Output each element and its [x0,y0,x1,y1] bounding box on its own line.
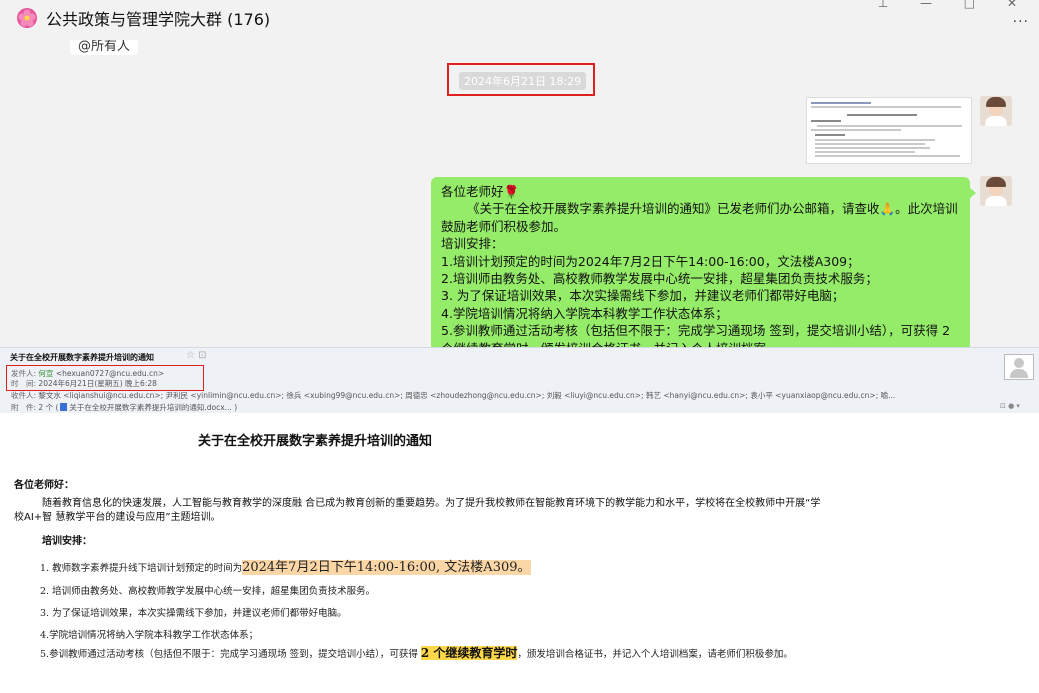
doc-item-1: 1. 教师数字素养提升线下培训计划预定的时间为2024年7月2日下午14:00-… [40,560,531,575]
contact-avatar[interactable] [1004,354,1034,380]
flower-group-icon [17,8,37,28]
document-intro: 随着教育信息化的快速发展，人工智能与教育教学的深度融 合已成为教育创新的重要趋势… [14,498,821,523]
message-item: 3. 为了保证培训效果，本次实操需线下参加，并建议老师们都带好电脑； [441,288,845,304]
attachment-document: 关于在全校开展数字素养提升培训的通知 各位老师好： 随着教育信息化的快速发展，人… [0,413,1039,693]
chat-message-bubble[interactable]: 各位老师好🌹 《关于在全校开展数字素养提升培训的通知》已发老师们办公邮箱，请查收… [431,177,970,347]
screenshot-image-message[interactable] [806,97,972,164]
document-title: 关于在全校开展数字素养提升培训的通知 [198,434,433,449]
message-item: 1.培训计划预定的时间为2024年7月2日下午14:00-16:00，文法楼A3… [441,253,860,269]
email-attachment-row: 附 件: 2 个 (关于在全校开展数字素养提升培训的通知.docx... ) [11,403,238,412]
timestamp-highlight-box: 2024年6月21日 18:29 [447,63,595,96]
email-header: 关于在全校开展数字素养提升培训的通知 ☆ ⊡ 发件人: 何宣 <hexuan07… [0,347,1039,414]
star-icon[interactable]: ☆ ⊡ [186,350,207,361]
highlight-time-location: 2024年7月2日下午14:00-16:00, 文法楼A309。 [242,560,531,575]
message-item: 4.学院培训情况将纳入学院本科教学工作状态体系； [441,305,728,321]
avatar[interactable] [980,176,1012,206]
recipients-list[interactable]: 黎文水 <liqianshui@ncu.edu.cn>; 尹利民 <yinlim… [38,391,895,400]
rose-icon: 🌹 [503,184,520,199]
window-controls[interactable]: ⊥ — □ ✕ [878,0,1031,10]
document-greeting: 各位老师好： [14,480,74,491]
arrangement-heading: 培训安排： [42,536,92,547]
chat-titlebar: 公共政策与管理学院大群 (176) ⊥ — □ ✕ ··· [0,0,1039,40]
attachment-link[interactable]: 关于在全校开展数字素养提升培训的通知.docx... [69,403,231,412]
message-heading: 培训安排： [441,236,504,252]
avatar[interactable] [980,96,1012,126]
doc-item-4: 4.学院培训情况将纳入学院本科教学工作状态体系； [40,630,259,641]
pray-icon: 🙏 [879,201,896,217]
message-item: 2.培训师由教务处、高校教师教学发展中心统一安排，超星集团负责技术服务； [441,271,878,287]
message-greeting: 各位老师好 [441,184,504,199]
message-item: 5.参训教师通过活动考核（包括但不限于：完成学习通现场 签到，提交培训小结），可… [441,323,951,347]
doc-item-5: 5.参训教师通过活动考核（包括但不限于：完成学习通现场 签到，提交培训小结），可… [40,646,793,660]
sender-email: <hexuan0727@ncu.edu.cn> [55,369,165,378]
email-recipients-row: 收件人: 黎文水 <liqianshui@ncu.edu.cn>; 尹利民 <y… [11,391,896,400]
mention-all-message: @所有人 [70,40,139,55]
email-subject: 关于在全校开展数字素养提升培训的通知 [10,353,154,362]
email-time-row: 时 间: 2024年6月21日(星期五) 晚上6:28 [11,379,157,388]
sender-name[interactable]: 何宣 [38,369,53,378]
message-line1: 《关于在全校开展数字素养提升培训的通知》已发老师们办公邮箱，请查收 [467,201,880,217]
doc-item-3: 3. 为了保证培训效果，本次实操需线下参加，并建议老师们都带好电脑。 [40,608,347,619]
message-timestamp: 2024年6月21日 18:29 [459,72,587,90]
email-time: 2024年6月21日(星期五) 晚上6:28 [38,379,157,388]
more-options-icon[interactable]: ··· [1013,14,1029,30]
bubble-tail [969,187,976,199]
email-tool-icons[interactable]: ⊡ ● ▾ [1000,402,1020,410]
doc-item-2: 2. 培训师由教务处、高校教师教学发展中心统一安排，超星集团负责技术服务。 [40,586,376,597]
highlight-credit-hours: 2 个继续教育学时 [420,646,518,660]
word-doc-icon [60,403,68,411]
chat-title: 公共政策与管理学院大群 (176) [46,10,271,29]
chat-history[interactable]: @所有人 2024年6月21日 18:29 各位老师好🌹 《关于在全校开展数字素… [0,40,1039,347]
